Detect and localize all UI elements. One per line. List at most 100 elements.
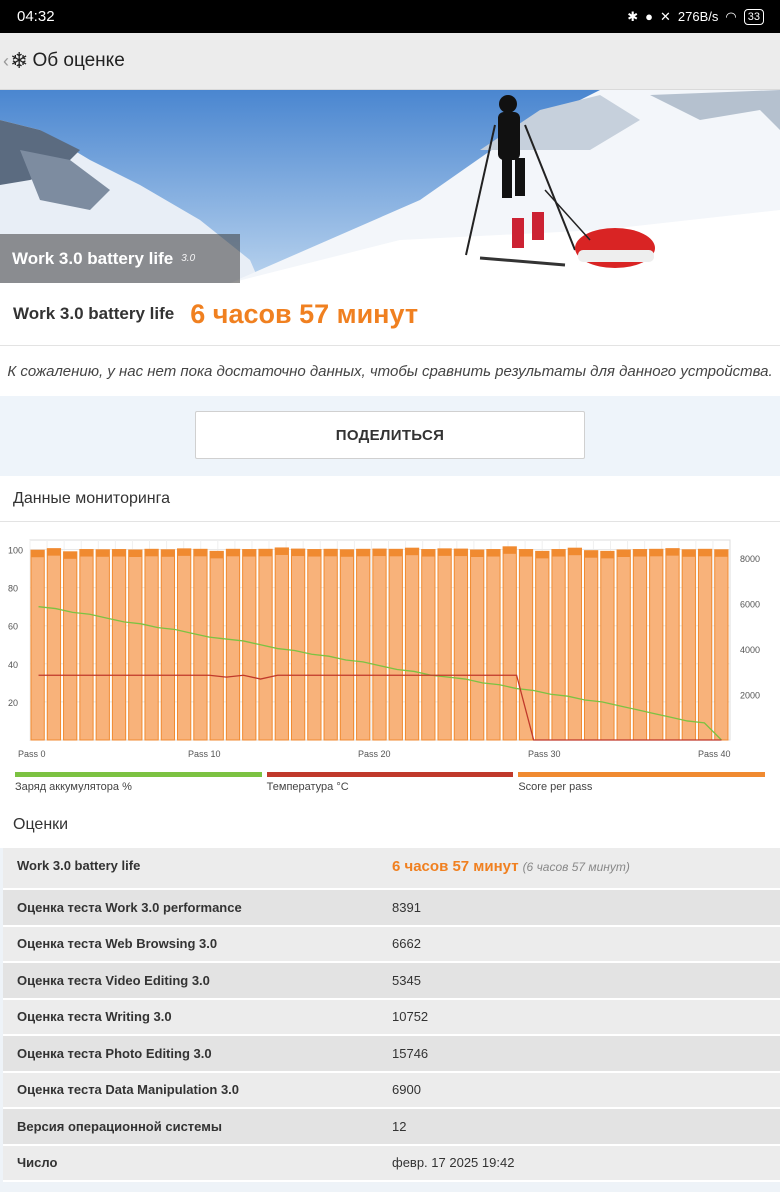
row-value: 12	[392, 1118, 407, 1134]
legend-score-swatch	[518, 772, 766, 777]
row-value: 8391	[392, 899, 421, 915]
score-bar-cap	[324, 549, 338, 557]
score-bar-cap	[600, 551, 615, 559]
score-bar-cap	[535, 551, 549, 559]
row-value: 10752	[392, 1009, 429, 1025]
page-title: Об оценке	[32, 50, 125, 71]
row-label: Оценка теста Photo Editing 3.0	[17, 1045, 212, 1061]
score-bar-cap	[617, 550, 631, 557]
table-row: Оценка теста Data Manipulation 3.0 6900	[3, 1072, 780, 1109]
score-bar	[160, 549, 176, 741]
score-bar-cap	[356, 549, 370, 557]
table-row: Оценка теста Work 3.0 performance 8391	[3, 890, 780, 927]
score-bar-cap	[291, 549, 305, 557]
score-bar	[111, 549, 127, 741]
score-bar	[437, 548, 452, 741]
score-bar-cap	[63, 551, 77, 559]
row-value: 6662	[392, 936, 421, 952]
score-bar	[421, 549, 436, 741]
score-bar-cap	[177, 548, 191, 556]
score-bar-cap	[128, 550, 142, 557]
score-bar	[600, 550, 615, 741]
score-bar-cap	[307, 549, 322, 557]
y-right-tick-label: 8000	[740, 554, 760, 564]
score-bar-cap	[519, 549, 533, 557]
hero-test-version: 3.0	[181, 253, 196, 264]
score-bar-cap	[340, 549, 354, 557]
score-bar	[404, 547, 420, 741]
row-value: 6900	[392, 1082, 421, 1098]
table-row: Work 3.0 battery life 6 часов 57 минут (6…	[3, 848, 780, 890]
score-bar	[307, 549, 322, 741]
score-bar	[290, 548, 306, 741]
row-value-sub: (6 часов 57 минут)	[522, 860, 630, 874]
score-bar-cap	[112, 549, 126, 557]
share-area: ПОДЕЛИТЬСЯ	[0, 396, 780, 476]
row-value: февр. 17 2025 19:42	[392, 1155, 515, 1171]
score-bar	[502, 546, 517, 741]
legend-temperature: Температура °C	[266, 772, 514, 793]
score-bar	[356, 548, 371, 741]
hero-test-name: Work 3.0 battery life	[12, 248, 174, 268]
score-bar	[388, 548, 403, 741]
score-bar-cap	[193, 549, 208, 557]
score-bar-cap	[665, 548, 680, 556]
score-bar-cap	[682, 549, 696, 557]
score-bar	[535, 550, 550, 741]
score-bar	[79, 549, 94, 741]
score-bar-cap	[649, 549, 663, 557]
y-right-tick-label: 2000	[740, 691, 760, 701]
score-bar-cap	[96, 549, 110, 557]
app-bar: ‹ ❄ Об оценке	[0, 33, 780, 90]
legend-score-label: Score per pass	[518, 781, 593, 793]
status-time: 04:32	[17, 8, 55, 25]
score-bar	[63, 551, 78, 741]
row-value: 6 часов 57 минут (6 часов 57 минут)	[392, 858, 630, 875]
snowflake-icon: ❄	[10, 48, 29, 73]
score-bar	[128, 549, 143, 741]
result-name: Work 3.0 battery life	[13, 304, 175, 323]
row-label: Оценка теста Writing 3.0	[17, 1009, 172, 1025]
score-bar-cap	[470, 550, 484, 557]
row-value: 15746	[392, 1045, 429, 1061]
score-bar	[177, 548, 192, 741]
row-label: Версия операционной системы	[17, 1118, 222, 1134]
score-bar	[551, 549, 566, 741]
score-bar	[323, 548, 338, 741]
scores-table: Work 3.0 battery life 6 часов 57 минут (6…	[3, 848, 780, 1182]
score-bar-cap	[568, 548, 582, 556]
y-left-tick-label: 60	[8, 622, 18, 632]
score-bar	[616, 549, 631, 741]
score-bar	[649, 548, 664, 741]
score-bar	[144, 548, 159, 741]
score-bar	[274, 547, 289, 741]
score-bar	[681, 549, 696, 741]
score-bar	[470, 549, 485, 741]
score-bar-cap	[551, 549, 566, 557]
bluetooth-icon: ✱	[627, 8, 639, 24]
score-bar	[583, 550, 599, 741]
table-row: Версия операционной системы 12	[3, 1109, 780, 1146]
row-label: Число	[17, 1155, 58, 1171]
score-bar-cap	[210, 551, 224, 559]
score-bar	[46, 548, 62, 741]
mute-icon: ✕	[660, 8, 671, 24]
score-bar	[372, 548, 387, 741]
status-icons: ✱ ● ✕ 276B/s ◠ 33	[627, 8, 764, 25]
share-button[interactable]: ПОДЕЛИТЬСЯ	[195, 411, 585, 459]
wifi-icon: ◠	[725, 8, 737, 24]
score-bar	[242, 549, 257, 741]
legend-score: Score per pass	[518, 772, 766, 793]
score-bar	[209, 550, 224, 741]
score-bar-cap	[503, 546, 517, 554]
chevron-left-icon[interactable]: ‹	[3, 51, 9, 72]
score-bar-cap	[372, 549, 387, 557]
x-tick-label: Pass 0	[18, 749, 46, 759]
score-bar	[486, 549, 501, 741]
result-row: Work 3.0 battery life 6 часов 57 минут	[0, 283, 780, 346]
score-bar	[225, 548, 241, 741]
y-left-tick-label: 80	[8, 584, 18, 594]
row-value: 5345	[392, 972, 421, 988]
x-tick-label: Pass 30	[528, 749, 561, 759]
battery-icon: 33	[743, 8, 764, 25]
